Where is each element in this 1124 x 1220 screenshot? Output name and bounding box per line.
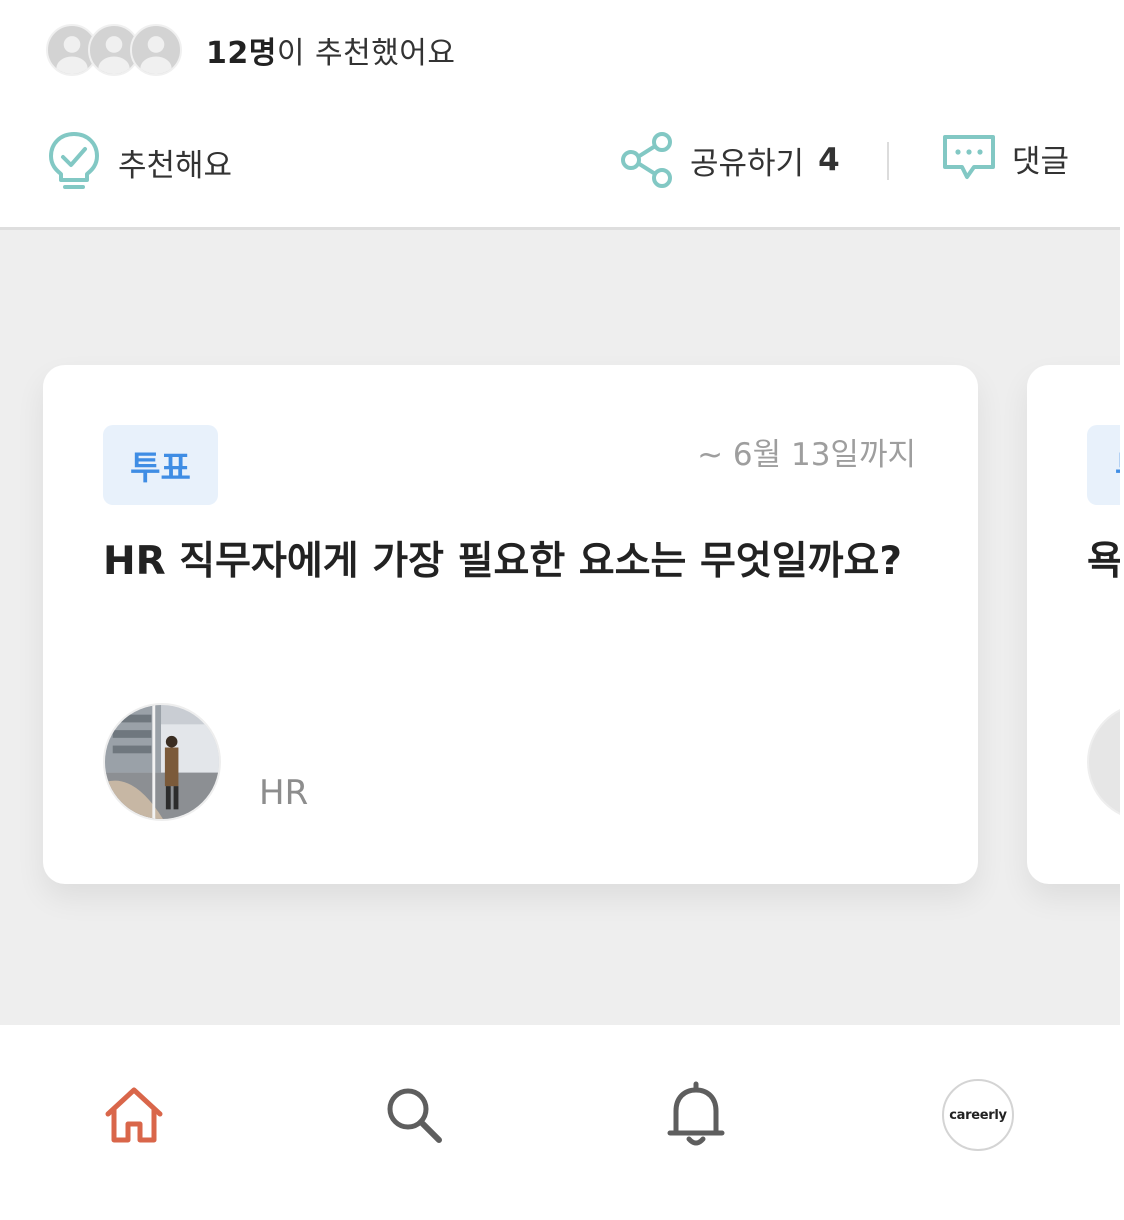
profile-button[interactable]: careerly [942, 1079, 1014, 1151]
comment-button[interactable]: 댓글 [940, 132, 1069, 184]
recommend-label: 추천해요 [118, 147, 233, 184]
comment-label: 댓글 [1012, 143, 1070, 180]
share-label: 공유하기 [690, 145, 805, 182]
vote-question: HR 직무자에게 가장 필요한 요소는 무엇일까요? [103, 539, 903, 584]
share-count: 4 [818, 142, 840, 178]
nav-search[interactable] [374, 1075, 454, 1155]
share-button[interactable]: 공유하기 4 [618, 130, 840, 190]
author-avatar[interactable] [103, 703, 221, 821]
post-action-bar: 추천해요 공유하기 4 댓글 [0, 118, 1124, 208]
author-avatar-next [1087, 703, 1120, 821]
lightbulb-check-icon [49, 132, 99, 189]
nav-notifications[interactable] [656, 1075, 736, 1155]
vote-question-next: 욕 [1087, 539, 1120, 584]
home-icon [105, 1087, 163, 1143]
author-name[interactable] [259, 715, 369, 751]
recommend-count: 12명 [206, 36, 277, 71]
vote-deadline: ~ 6월 13일까지 [697, 437, 916, 473]
bell-icon [667, 1081, 725, 1146]
comment-bubble-icon [943, 135, 995, 179]
author-role: HR [259, 773, 309, 813]
nav-home[interactable] [94, 1075, 174, 1155]
recommenders-row[interactable]: 12명이 추천했어요 [46, 22, 456, 78]
search-icon [387, 1088, 442, 1143]
author-photo [105, 705, 219, 819]
bottom-navigation: careerly [0, 1025, 1124, 1220]
nav-profile[interactable]: careerly [938, 1075, 1018, 1155]
vote-card-next[interactable]: 투 욕 [1027, 365, 1120, 884]
action-divider [887, 142, 889, 180]
recommend-suffix: 이 추천했어요 [276, 36, 456, 71]
share-icon [621, 132, 672, 188]
recommend-count-text: 12명이 추천했어요 [206, 28, 456, 72]
vote-badge-next: 투 [1087, 425, 1120, 505]
recommender-avatars [46, 22, 186, 78]
recommend-button[interactable]: 추천해요 [46, 130, 232, 194]
vote-badge: 투표 [103, 425, 218, 505]
brand-logo: careerly [949, 1107, 1007, 1123]
recommender-avatar [130, 24, 182, 76]
vote-card[interactable]: 투표 ~ 6월 13일까지 HR 직무자에게 가장 필요한 요소는 무엇일까요?… [43, 365, 978, 884]
vote-carousel[interactable]: 투표 ~ 6월 13일까지 HR 직무자에게 가장 필요한 요소는 무엇일까요?… [0, 227, 1120, 1028]
